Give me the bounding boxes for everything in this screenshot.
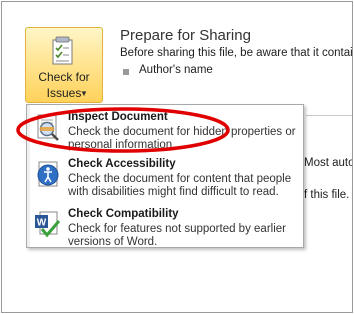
- section-title: Prepare for Sharing: [120, 27, 251, 44]
- check-issues-dropdown-menu: Inspect Document Check the document for …: [26, 104, 304, 248]
- check-compatibility-description: Check for features not supported by earl…: [68, 223, 286, 248]
- check-accessibility-title: Check Accessibility: [68, 158, 176, 170]
- backstage-panel: Check for Issues ▼ Prepare for Sharing B…: [1, 1, 353, 313]
- check-for-issues-label-2: Issues: [46, 86, 82, 100]
- check-for-issues-button[interactable]: Check for Issues ▼: [25, 27, 103, 103]
- inspect-document-icon: [37, 114, 59, 141]
- section-description: Before sharing this file, be aware that …: [120, 47, 353, 59]
- accessibility-icon: [37, 161, 59, 187]
- check-document-icon: [52, 36, 73, 65]
- inspect-document-title: Inspect Document: [68, 111, 168, 123]
- word-compatibility-icon: W: [35, 211, 61, 238]
- background-text-1: Most auto: [304, 157, 353, 169]
- svg-text:W: W: [37, 218, 47, 229]
- inspect-document-description: Check the document for hidden properties…: [68, 126, 296, 151]
- background-text-2: f this file.: [304, 189, 350, 201]
- menu-item-check-compatibility[interactable]: W Check Compatibility Check for features…: [31, 205, 301, 249]
- menu-item-inspect-document[interactable]: Inspect Document Check the document for …: [31, 108, 301, 152]
- menu-gutter: [27, 105, 30, 247]
- menu-item-check-accessibility[interactable]: Check Accessibility Check the document f…: [31, 155, 301, 199]
- author-name-item: Author's name: [139, 64, 213, 76]
- check-accessibility-description: Check the document for content that peop…: [68, 173, 292, 198]
- bullet-icon: [123, 69, 129, 75]
- section-divider: [306, 115, 352, 116]
- check-compatibility-title: Check Compatibility: [68, 208, 179, 220]
- check-for-issues-label-1: Check for: [38, 70, 90, 84]
- chevron-down-icon: ▼: [80, 89, 88, 98]
